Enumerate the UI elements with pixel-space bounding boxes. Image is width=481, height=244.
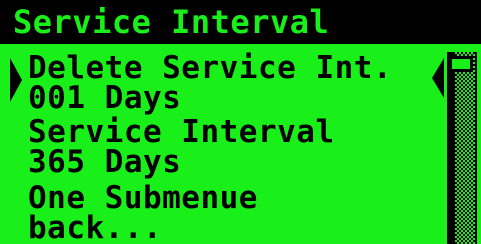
service-interval-screen: Service Interval Delete Service Int. 001… — [0, 0, 481, 244]
scrollbar[interactable] — [447, 52, 477, 244]
menu-item-label-continued: back... — [28, 210, 163, 244]
scrollbar-thumb[interactable] — [449, 56, 473, 72]
screen-title: Service Interval — [13, 3, 330, 41]
menu-item-value: 001 Days — [28, 80, 182, 116]
selection-arrow-right-icon — [432, 58, 444, 98]
menu-item-value: 365 Days — [28, 144, 182, 180]
selection-arrow-left-icon — [10, 58, 22, 102]
scrollbar-track[interactable] — [453, 52, 477, 244]
title-bar: Service Interval — [0, 0, 481, 44]
